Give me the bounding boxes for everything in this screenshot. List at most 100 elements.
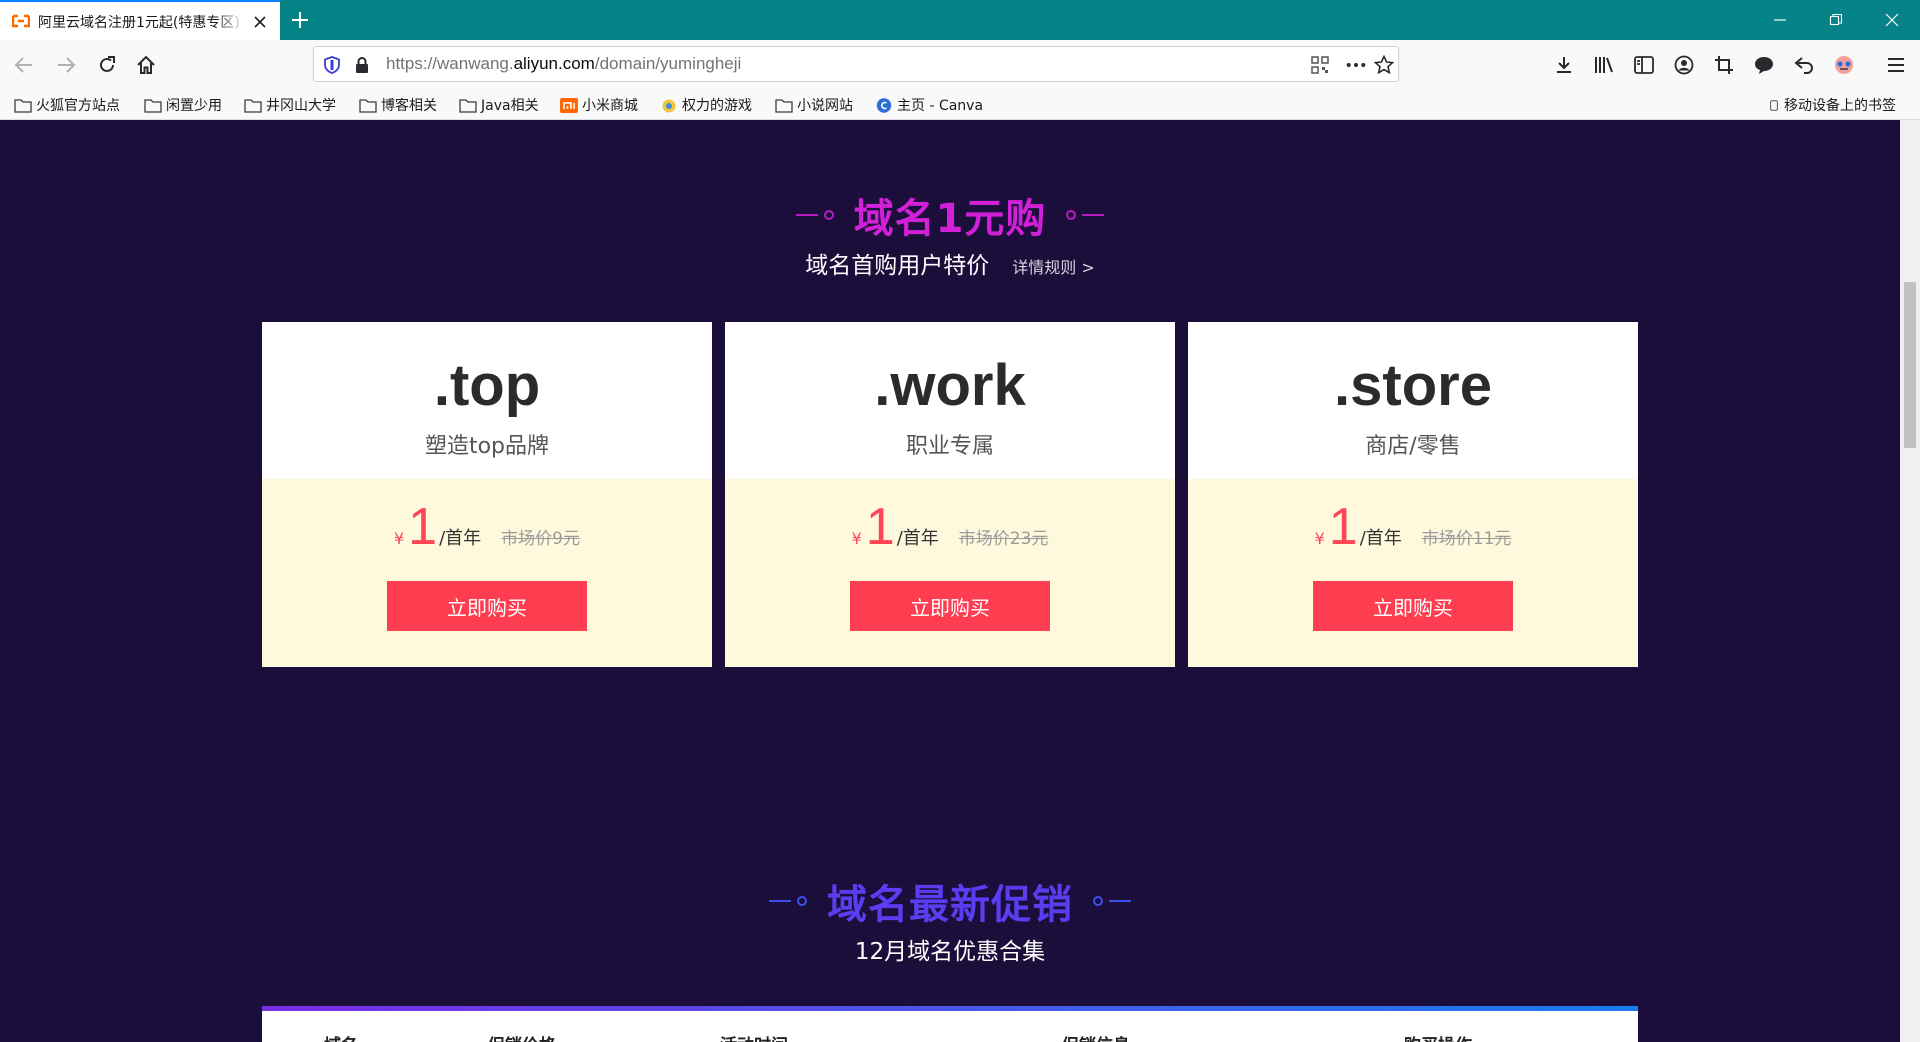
forward-arrow-icon: [58, 57, 76, 73]
minimize-button[interactable]: [1752, 0, 1808, 40]
page-actions-icon[interactable]: [1346, 55, 1366, 75]
bookmark-item[interactable]: 小米商城: [560, 94, 638, 116]
bookmark-label: Java相关: [481, 98, 539, 114]
title-decoration-right: [1087, 896, 1131, 906]
latest-subtitle: 12月域名优惠合集: [854, 939, 1046, 965]
bookmark-label: 井冈山大学: [266, 98, 336, 114]
bookmark-item[interactable]: 闲置少用: [144, 94, 222, 116]
table-header-domain: 域名: [324, 1031, 358, 1042]
close-window-icon: [1885, 13, 1899, 27]
original-price: 市场价11元: [1421, 529, 1512, 549]
mobile-bookmarks-label: 移动设备上的书签: [1784, 98, 1896, 114]
bookmark-item[interactable]: 主页 - Canva: [875, 94, 983, 116]
domain-card-top: .top 塑造top品牌 ¥ 1 /首年 市场价9元 立即购买: [262, 322, 712, 667]
bookmark-label: 小米商城: [582, 98, 638, 114]
tab-strip: 阿里云域名注册1元起(特惠专区): [0, 0, 1920, 40]
card-price-area: ¥ 1 /首年 市场价11元 立即购买: [1188, 479, 1638, 667]
hamburger-menu-icon[interactable]: [1884, 53, 1908, 77]
url-text: https://wanwang.aliyun.com/domain/yuming…: [386, 54, 741, 74]
bookmark-label: 火狐官方站点: [36, 98, 120, 114]
back-arrow-icon: [14, 57, 32, 73]
bookmark-label: 小说网站: [797, 98, 853, 114]
promo-subtitle-row: 域名首购用户特价 详情规则 >: [0, 246, 1900, 280]
domain-card-store: .store 商店/零售 ¥ 1 /首年 市场价11元 立即购买: [1188, 322, 1638, 667]
price-row: ¥ 1 /首年 市场价9元: [262, 501, 712, 553]
folder-icon: [244, 98, 262, 113]
title-decoration-right: [1060, 210, 1105, 220]
buy-now-button[interactable]: 立即购买: [387, 581, 587, 631]
reload-button[interactable]: [93, 51, 121, 79]
bookmarks-toolbar: 火狐官方站点 闲置少用 井冈山大学 博客相关 Java相关 小米商城 权力的游戏…: [0, 90, 1920, 120]
bookmark-item[interactable]: 博客相关: [359, 94, 437, 116]
currency-symbol: ¥: [1314, 529, 1325, 548]
home-button[interactable]: [132, 51, 160, 79]
extension-mask-icon[interactable]: [1832, 53, 1856, 77]
bookmark-item[interactable]: Java相关: [459, 94, 539, 116]
promo-table: 域名 促销价格 活动时间 促销信息 购买操作: [262, 1006, 1638, 1042]
price-unit: /首年: [1359, 528, 1402, 549]
price-row: ¥ 1 /首年 市场价11元: [1188, 501, 1638, 553]
mi-icon: [560, 97, 578, 113]
active-tab[interactable]: 阿里云域名注册1元起(特惠专区): [0, 0, 280, 40]
screenshot-crop-icon[interactable]: [1712, 53, 1736, 77]
bookmark-item[interactable]: 井冈山大学: [244, 94, 336, 116]
chat-bubble-icon[interactable]: [1752, 53, 1776, 77]
close-window-button[interactable]: [1864, 0, 1920, 40]
buy-now-button[interactable]: 立即购买: [1313, 581, 1513, 631]
page-scrollbar[interactable]: [1900, 120, 1920, 1042]
qr-code-icon[interactable]: [1310, 55, 1330, 75]
url-prefix: https://wanwang.: [386, 54, 514, 73]
restore-icon: [1829, 13, 1843, 26]
new-tab-plus-icon[interactable]: [288, 8, 312, 32]
table-header-action: 购买操作: [1404, 1031, 1472, 1042]
price-amount: 1: [408, 498, 438, 556]
card-price-area: ¥ 1 /首年 市场价23元 立即购买: [725, 479, 1175, 667]
folder-icon: [459, 98, 477, 113]
bookmark-label: 主页 - Canva: [897, 98, 984, 114]
padlock-icon[interactable]: [352, 55, 372, 75]
promo-section-title: 域名1元购: [0, 186, 1900, 244]
canva-icon: [876, 97, 892, 113]
currency-symbol: ¥: [851, 529, 862, 548]
bookmark-item[interactable]: 权力的游戏: [660, 94, 752, 116]
bookmark-label: 权力的游戏: [682, 98, 752, 114]
game-icon: [662, 99, 676, 112]
card-tld: .top: [433, 353, 541, 418]
bookmark-label: 闲置少用: [166, 98, 222, 114]
url-path: /domain/yumingheji: [594, 54, 742, 73]
undo-arrow-icon[interactable]: [1792, 53, 1816, 77]
price-unit: /首年: [896, 528, 939, 549]
back-button[interactable]: [10, 51, 38, 79]
price-amount: 1: [865, 498, 895, 556]
close-tab-icon[interactable]: [250, 12, 270, 32]
address-bar[interactable]: https://wanwang.aliyun.com/domain/yuming…: [313, 46, 1399, 82]
table-header-info: 促销信息: [1062, 1031, 1130, 1042]
price-row: ¥ 1 /首年 市场价23元: [725, 501, 1175, 553]
domain-card-work: .work 职业专属 ¥ 1 /首年 市场价23元 立即购买: [725, 322, 1175, 667]
account-icon[interactable]: [1672, 53, 1696, 77]
download-icon[interactable]: [1552, 53, 1576, 77]
forward-button[interactable]: [52, 51, 80, 79]
mobile-bookmarks-item[interactable]: 移动设备上的书签: [1768, 94, 1896, 116]
bookmark-label: 博客相关: [381, 98, 437, 114]
buy-now-button[interactable]: 立即购买: [850, 581, 1050, 631]
bookmark-item[interactable]: 小说网站: [775, 94, 853, 116]
library-icon[interactable]: [1592, 53, 1616, 77]
card-tld: .store: [1334, 353, 1492, 418]
restore-button[interactable]: [1808, 0, 1864, 40]
bookmark-item[interactable]: 火狐官方站点: [14, 94, 120, 116]
original-price: 市场价9元: [501, 529, 580, 549]
scrollbar-thumb[interactable]: [1904, 282, 1916, 448]
currency-symbol: ¥: [393, 529, 405, 548]
tracking-shield-icon[interactable]: [322, 55, 342, 75]
card-description: 商店/零售: [1365, 434, 1461, 459]
card-description: 职业专属: [905, 434, 994, 459]
bookmark-star-icon[interactable]: [1374, 55, 1394, 75]
aliyun-favicon-icon: [12, 14, 30, 28]
folder-icon: [144, 98, 162, 113]
title-decoration-left: [769, 896, 813, 906]
sidebar-icon[interactable]: [1632, 53, 1656, 77]
navigation-toolbar: https://wanwang.aliyun.com/domain/yuming…: [0, 40, 1920, 90]
rules-link[interactable]: 详情规则 >: [1012, 258, 1095, 277]
price-amount: 1: [1328, 498, 1358, 556]
